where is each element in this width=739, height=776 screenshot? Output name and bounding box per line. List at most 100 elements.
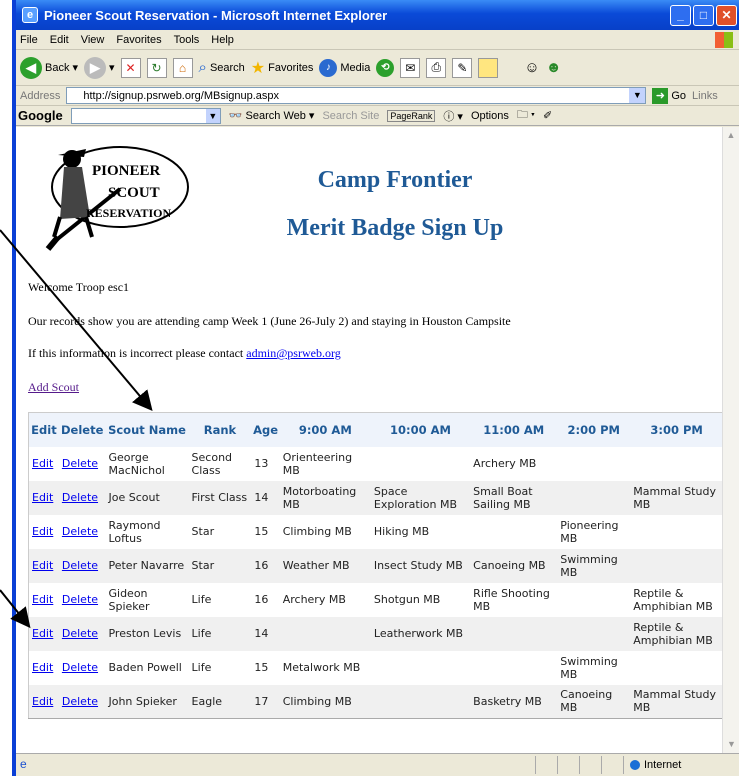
refresh-icon[interactable]: ↻ xyxy=(146,57,167,78)
home-icon[interactable]: ⌂ xyxy=(172,57,193,78)
admin-email-link[interactable]: admin@psrweb.org xyxy=(246,346,340,360)
cell-scout-name: Preston Levis xyxy=(105,616,189,651)
window-title: Pioneer Scout Reservation - Microsoft In… xyxy=(44,7,388,23)
cell-age: 16 xyxy=(254,593,269,606)
cell-rank: Star xyxy=(188,548,252,583)
cell-scout-name: Raymond Loftus xyxy=(108,518,161,545)
cell-11am: Canoeing MB xyxy=(470,548,558,583)
search-site-button[interactable]: Search Site xyxy=(322,110,379,122)
search-icon: ⌕ xyxy=(198,59,207,76)
cell-10am: Insect Study MB xyxy=(370,548,471,583)
cell-9am: Motorboating MB xyxy=(279,480,371,515)
search-web-button[interactable]: 👓 Search Web ▾ xyxy=(229,109,315,122)
edit-link[interactable]: Edit xyxy=(29,651,59,685)
go-button[interactable]: ➜ Go xyxy=(652,87,686,104)
links-button[interactable]: Links xyxy=(692,90,718,102)
chevron-down-icon[interactable]: ▼ xyxy=(205,108,220,123)
menu-help[interactable]: Help xyxy=(211,34,234,46)
menu-tools[interactable]: Tools xyxy=(174,34,200,46)
cell-3pm xyxy=(630,651,723,685)
page-icon: e xyxy=(20,757,27,771)
google-toolbar: Google ▼ 👓 Search Web ▾ Search Site Page… xyxy=(16,106,739,126)
col-header-9am: 9:00 AM xyxy=(279,412,371,447)
cell-9am: Weather MB xyxy=(279,548,371,583)
messenger-icon[interactable]: ☺ xyxy=(524,59,539,76)
cell-9am: Climbing MB xyxy=(282,525,352,538)
options-button[interactable]: Options xyxy=(471,110,509,122)
page-subtitle: Merit Badge Sign Up xyxy=(286,215,504,241)
forward-button[interactable]: ▶ ▾ xyxy=(84,56,115,79)
info-icon[interactable]: ⓘ ▾ xyxy=(443,108,463,124)
edit-link[interactable]: Edit xyxy=(29,583,59,617)
edit-link[interactable]: Edit xyxy=(29,447,59,481)
cell-rank: Star xyxy=(191,525,215,538)
add-scout-link[interactable]: Add Scout xyxy=(28,380,79,395)
edit-icon[interactable]: ✎ xyxy=(452,57,473,78)
stop-icon[interactable]: ✕ xyxy=(120,57,141,78)
delete-link[interactable]: Delete xyxy=(58,480,106,515)
edit-link[interactable]: Edit xyxy=(29,515,59,549)
print-icon[interactable]: ⎙ xyxy=(426,57,447,78)
mail-icon[interactable]: ✉ xyxy=(400,57,421,78)
col-header-age: Age xyxy=(251,412,280,447)
delete-link[interactable]: Delete xyxy=(59,583,106,617)
scroll-down-icon[interactable]: ▼ xyxy=(723,736,739,753)
cell-10am: Hiking MB xyxy=(373,525,430,538)
address-input[interactable]: http://signup.psrweb.org/MBsignup.aspx ▼ xyxy=(66,87,647,104)
table-header-row: Edit Delete Scout Name Rank Age 9:00 AM … xyxy=(28,412,724,447)
delete-link[interactable]: Delete xyxy=(58,684,106,719)
menu-view[interactable]: View xyxy=(81,34,105,46)
chevron-down-icon[interactable]: ▼ xyxy=(629,88,646,103)
edit-link[interactable]: Edit xyxy=(28,548,59,583)
cell-scout-name: Gideon Spieker xyxy=(108,586,150,613)
col-header-11am: 11:00 AM xyxy=(470,412,558,447)
discuss-icon[interactable] xyxy=(478,57,499,78)
menu-file[interactable]: File xyxy=(20,34,38,46)
google-search-input[interactable]: ▼ xyxy=(70,107,221,124)
cell-age: 14 xyxy=(251,480,280,515)
logo-text-scout: SCOUT xyxy=(108,185,160,201)
edit-link[interactable]: Edit xyxy=(28,480,59,515)
go-arrow-icon: ➜ xyxy=(652,87,669,104)
media-button[interactable]: ♪ Media xyxy=(319,58,370,77)
security-zone: Internet xyxy=(623,756,739,774)
cell-3pm: Reptile & Amphibian MB xyxy=(630,616,724,651)
minimize-button[interactable]: _ xyxy=(670,4,691,26)
google-logo[interactable]: Google xyxy=(18,108,63,123)
col-header-edit: Edit xyxy=(28,412,59,447)
ie-icon: e xyxy=(22,7,38,23)
pagerank-button[interactable]: PageRank xyxy=(387,109,436,122)
maximize-button[interactable]: □ xyxy=(693,4,714,26)
cell-rank: Life xyxy=(191,661,212,674)
table-row: Edit Delete Gideon Spieker Life 16 Archery MB… xyxy=(29,583,724,617)
search-button[interactable]: ⌕ Search xyxy=(199,59,245,76)
close-button[interactable]: ✕ xyxy=(716,4,737,26)
delete-link[interactable]: Delete xyxy=(58,548,106,583)
edit-link[interactable]: Edit xyxy=(28,616,59,651)
folder-icon[interactable]: 🗀 ▾ xyxy=(517,106,535,125)
history-icon[interactable]: ⟲ xyxy=(376,58,395,77)
contacts-icon[interactable]: ☻ xyxy=(546,59,562,76)
menu-edit[interactable]: Edit xyxy=(50,34,69,46)
cell-2pm: Swimming MB xyxy=(557,548,631,583)
cell-scout-name: Peter Navarre xyxy=(105,548,189,583)
vertical-scrollbar[interactable]: ▲ ▼ xyxy=(722,127,739,753)
favorites-button[interactable]: ★ Favorites xyxy=(251,58,314,78)
delete-link[interactable]: Delete xyxy=(59,447,106,481)
cell-scout-name: Baden Powell xyxy=(108,661,182,674)
delete-link[interactable]: Delete xyxy=(59,515,106,549)
edit-link[interactable]: Edit xyxy=(28,684,59,719)
scroll-up-icon[interactable]: ▲ xyxy=(723,127,739,144)
menu-favorites[interactable]: Favorites xyxy=(116,34,161,46)
cell-11am: Small Boat Sailing MB xyxy=(470,480,558,515)
back-button[interactable]: ◀ Back ▾ xyxy=(20,56,78,79)
cell-9am: Metalwork MB xyxy=(282,661,361,674)
cell-2pm xyxy=(557,480,631,515)
delete-link[interactable]: Delete xyxy=(59,651,106,685)
back-arrow-icon: ◀ xyxy=(20,56,42,79)
logo-text-reservation: RESERVATION xyxy=(86,206,171,220)
highlighter-icon[interactable]: ✐ xyxy=(543,109,552,122)
page-content: PIONEER SCOUT RESERVATION Camp Frontier … xyxy=(16,127,726,753)
menu-bar: File Edit View Favorites Tools Help xyxy=(16,30,739,50)
delete-link[interactable]: Delete xyxy=(58,616,106,651)
